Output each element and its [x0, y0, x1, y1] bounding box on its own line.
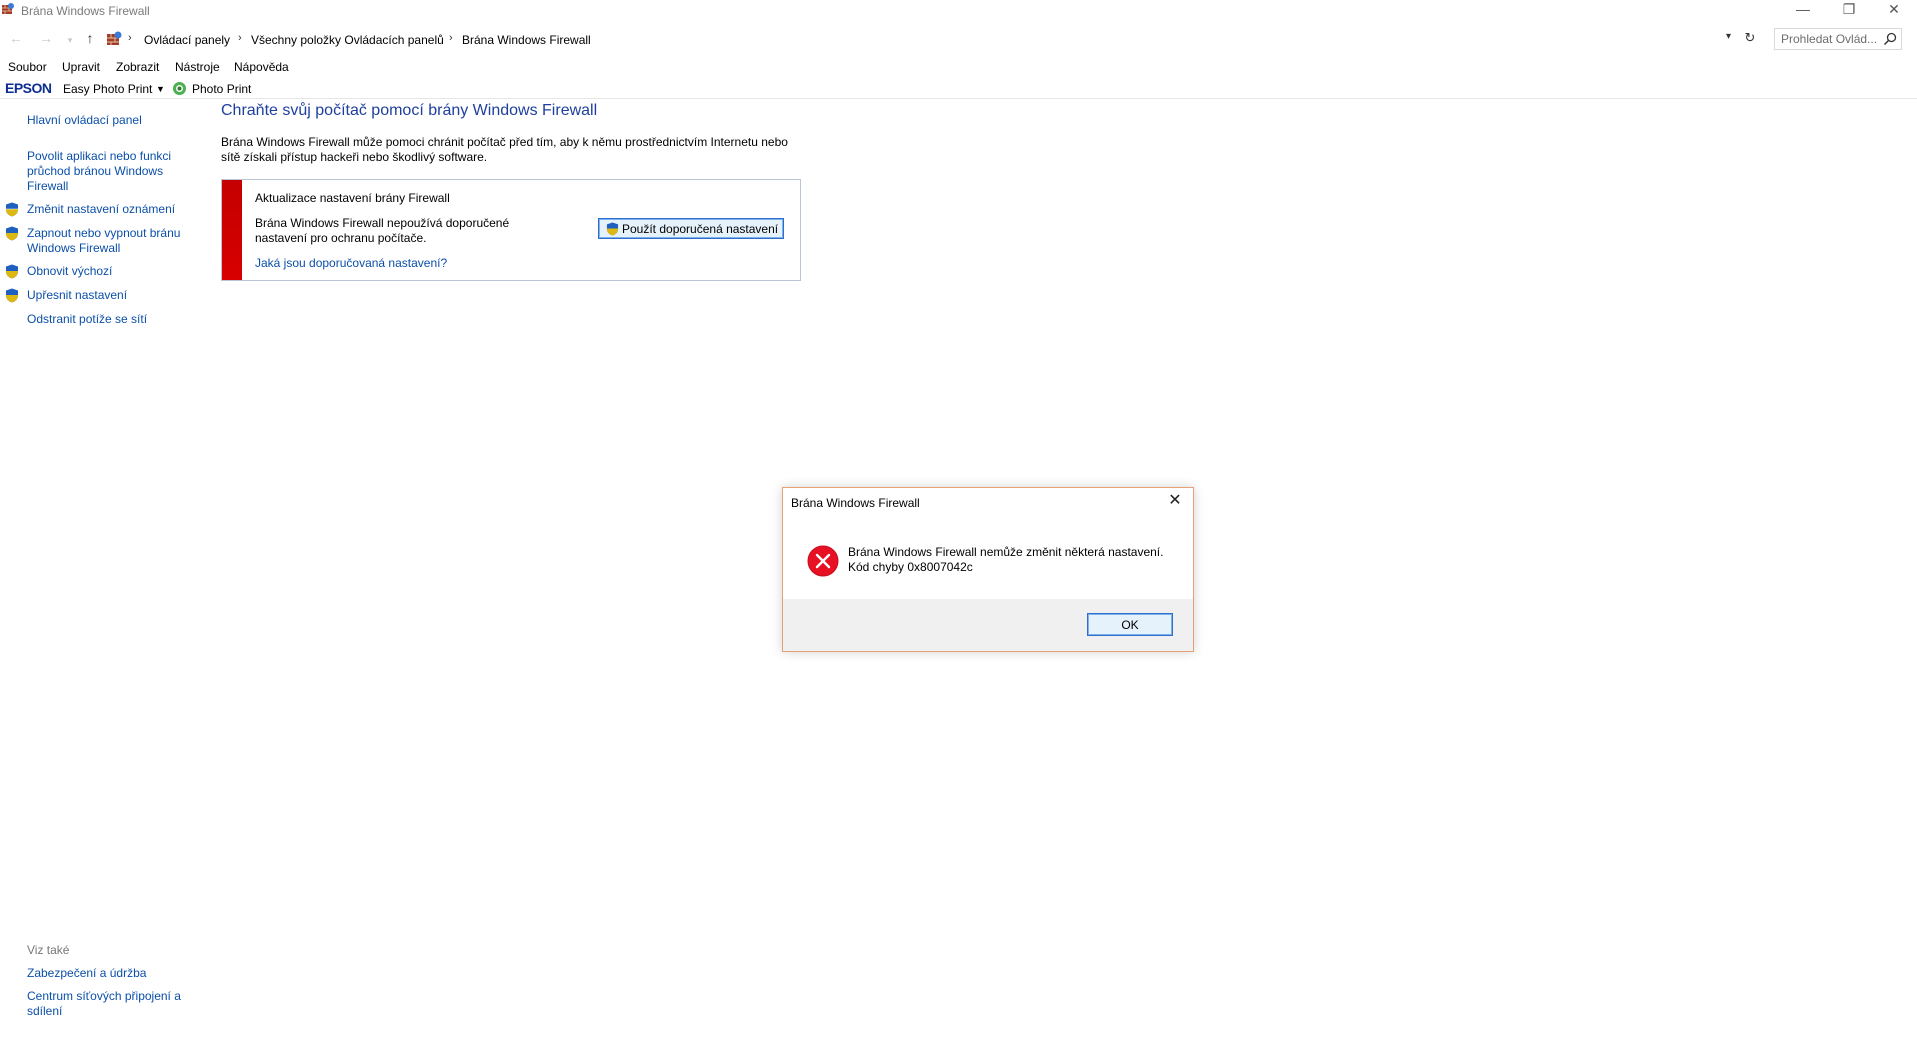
- photo-print-button[interactable]: Photo Print: [192, 82, 251, 96]
- menu-soubor[interactable]: Soubor: [8, 60, 47, 74]
- menu-napoveda[interactable]: Nápověda: [234, 60, 289, 74]
- search-input[interactable]: [1781, 32, 1881, 46]
- error-dialog: Brána Windows Firewall ✕ Brána Windows F…: [782, 487, 1194, 652]
- alert-panel-text: Brána Windows Firewall nepoužívá doporuč…: [255, 216, 510, 245]
- easy-photo-print-dropdown-icon[interactable]: ▼: [156, 84, 165, 94]
- close-button[interactable]: ✕: [1871, 0, 1917, 20]
- page-description: Brána Windows Firewall může pomoci chrán…: [221, 135, 788, 164]
- uac-shield-icon: [606, 222, 619, 236]
- control-panel-icon: [107, 31, 122, 45]
- breadcrumb-all-items[interactable]: Všechny položky Ovládacích panelů: [251, 33, 444, 47]
- menu-nastroje[interactable]: Nástroje: [175, 60, 220, 74]
- search-icon[interactable]: [1883, 32, 1897, 46]
- refresh-icon[interactable]: ↻: [1742, 30, 1758, 46]
- breadcrumb-separator-icon: ›: [238, 32, 242, 44]
- apply-button-label: Použít doporučená nastavení: [622, 222, 779, 236]
- sidebar-home-link[interactable]: Hlavní ovládací panel: [27, 113, 142, 128]
- ok-button[interactable]: OK: [1087, 613, 1173, 636]
- see-also-heading: Viz také: [27, 943, 70, 957]
- breadcrumb-separator-icon: ›: [128, 32, 132, 44]
- dialog-footer: OK: [783, 599, 1193, 651]
- see-also-security-maintenance-link[interactable]: Zabezpečení a údržba: [27, 966, 146, 981]
- dialog-title: Brána Windows Firewall: [791, 496, 920, 510]
- restore-button[interactable]: ❐: [1826, 0, 1872, 20]
- search-box[interactable]: [1774, 28, 1902, 50]
- uac-shield-icon: [6, 288, 18, 303]
- alert-panel-title: Aktualizace nastavení brány Firewall: [255, 191, 450, 205]
- photo-print-icon[interactable]: [172, 81, 187, 96]
- breadcrumb-firewall[interactable]: Brána Windows Firewall: [462, 33, 591, 47]
- menu-zobrazit[interactable]: Zobrazit: [116, 60, 159, 74]
- alert-red-stripe: [222, 180, 242, 280]
- see-also-network-center-link[interactable]: Centrum síťových připojení a sdílení: [27, 989, 187, 1019]
- title-bar: Brána Windows Firewall — ❐ ✕: [0, 0, 1917, 22]
- firewall-alert-panel: Aktualizace nastavení brány Firewall Brá…: [221, 179, 801, 281]
- dialog-message: Brána Windows Firewall nemůže změnit něk…: [848, 545, 1163, 575]
- forward-arrow-icon[interactable]: →: [36, 30, 56, 48]
- dialog-message-line: Brána Windows Firewall nemůže změnit něk…: [848, 545, 1164, 559]
- window-title: Brána Windows Firewall: [21, 4, 150, 18]
- address-dropdown-chevron-icon[interactable]: ▾: [1726, 31, 1731, 42]
- uac-shield-icon: [6, 202, 18, 217]
- sidebar-restore-defaults-link[interactable]: Obnovit výchozí: [27, 264, 112, 279]
- easy-photo-print-button[interactable]: Easy Photo Print: [63, 82, 152, 96]
- breadcrumb-control-panel[interactable]: Ovládací panely: [144, 33, 230, 47]
- uac-shield-icon: [6, 264, 18, 279]
- sidebar-advanced-settings-link[interactable]: Upřesnit nastavení: [27, 288, 127, 303]
- epson-logo: EPSON: [5, 80, 52, 96]
- sidebar-allow-app-link[interactable]: Povolit aplikaci nebo funkci průchod brá…: [27, 149, 182, 194]
- sidebar-toggle-firewall-link[interactable]: Zapnout nebo vypnout bránu Windows Firew…: [27, 226, 187, 256]
- epson-toolbar: EPSON Easy Photo Print ▼ Photo Print: [0, 80, 1917, 99]
- breadcrumb-separator-icon: ›: [449, 32, 453, 44]
- error-icon: [807, 545, 839, 577]
- recent-locations-chevron-icon[interactable]: ▾: [60, 32, 80, 50]
- sidebar-troubleshoot-link[interactable]: Odstranit potíže se sítí: [27, 312, 147, 327]
- firewall-app-icon: [2, 3, 14, 14]
- up-arrow-icon[interactable]: ↑: [80, 30, 100, 48]
- page-title: Chraňte svůj počítač pomocí brány Window…: [221, 102, 598, 119]
- address-field[interactable]: › Ovládací panely › Všechny položky Ovlá…: [104, 28, 1757, 50]
- apply-recommended-settings-button[interactable]: Použít doporučená nastavení: [598, 218, 784, 239]
- sidebar-notifications-link[interactable]: Změnit nastavení oznámení: [27, 202, 175, 217]
- uac-shield-icon: [6, 226, 18, 241]
- minimize-button[interactable]: —: [1780, 0, 1826, 20]
- dialog-close-icon[interactable]: ✕: [1161, 490, 1189, 514]
- address-bar: ← → ▾ ↑ › Ovládací panely › Všechny polo…: [0, 26, 1917, 52]
- recommended-settings-info-link[interactable]: Jaká jsou doporučovaná nastavení?: [255, 256, 447, 270]
- back-arrow-icon[interactable]: ←: [6, 30, 26, 48]
- menu-upravit[interactable]: Upravit: [62, 60, 100, 74]
- dialog-error-code: Kód chyby 0x8007042c: [848, 560, 973, 574]
